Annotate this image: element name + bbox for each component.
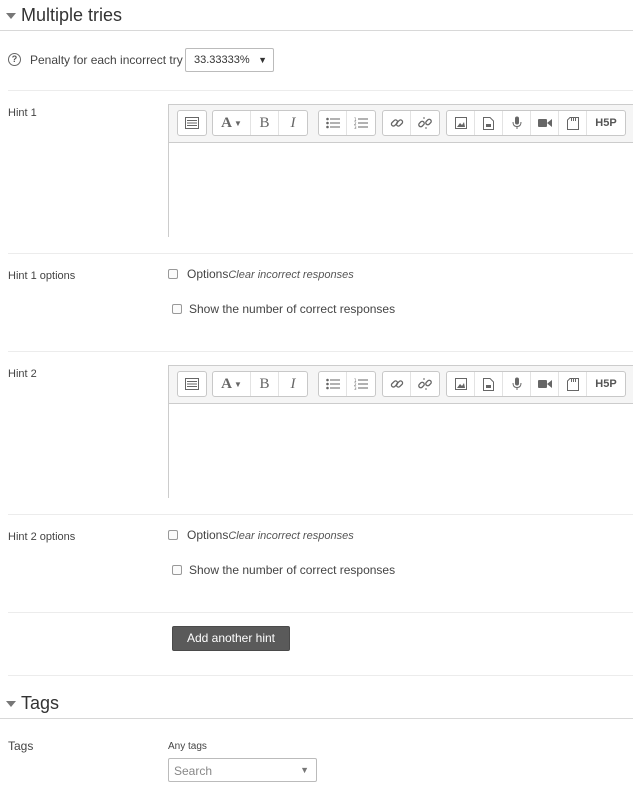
toolbar-group [177, 110, 207, 136]
record-video-icon[interactable] [531, 111, 559, 135]
tags-label: Tags [8, 739, 34, 753]
checkbox[interactable] [168, 530, 178, 540]
penalty-row: ? Penalty for each incorrect try 33.3333… [8, 48, 628, 72]
tags-header[interactable]: Tags [0, 689, 633, 719]
checkbox[interactable] [168, 269, 178, 279]
multiple-tries-header[interactable]: Multiple tries [0, 1, 633, 31]
section-title: Multiple tries [21, 5, 123, 25]
toolbar-group: A ▼ B I [212, 371, 308, 397]
divider [8, 253, 633, 254]
toggle-toolbar-icon[interactable] [178, 372, 206, 396]
toolbar-group: 123 [318, 110, 376, 136]
toolbar-group: A ▼ B I [212, 110, 308, 136]
hint-1-clear-incorrect-option[interactable]: OptionsClear incorrect responses [168, 267, 568, 283]
hint-1-editor: A ▼ B I 123 H5P [168, 104, 633, 237]
hint-2-show-correct-option[interactable]: Show the number of correct responses [168, 563, 568, 579]
record-audio-icon[interactable] [503, 372, 531, 396]
bold-icon[interactable]: B [251, 372, 279, 396]
dropdown-arrow-icon[interactable]: ▼ [300, 765, 309, 775]
hint-1-show-correct-option[interactable]: Show the number of correct responses [168, 302, 568, 318]
hint-1-label: Hint 1 [8, 107, 37, 119]
unlink-icon[interactable] [411, 372, 439, 396]
manage-files-icon[interactable] [559, 111, 587, 135]
h5p-icon[interactable]: H5P [587, 111, 625, 135]
collapse-caret-icon[interactable] [6, 13, 16, 19]
italic-icon[interactable]: I [279, 111, 307, 135]
record-video-icon[interactable] [531, 372, 559, 396]
unordered-list-icon[interactable] [319, 111, 347, 135]
divider [8, 514, 633, 515]
checkbox[interactable] [172, 565, 182, 575]
help-icon[interactable]: ? [8, 53, 21, 66]
dropdown-arrow-icon: ▼ [258, 55, 267, 65]
penalty-select[interactable]: 33.33333% ▼ [185, 48, 274, 72]
options-label: Options [187, 267, 229, 281]
italic-icon[interactable]: I [279, 372, 307, 396]
divider [8, 90, 633, 91]
toggle-toolbar-icon[interactable] [178, 111, 206, 135]
divider [8, 612, 633, 613]
toolbar-group [382, 371, 440, 397]
hint-1-options-label: Hint 1 options [8, 270, 76, 282]
toolbar-group [177, 371, 207, 397]
h5p-icon[interactable]: H5P [587, 372, 625, 396]
unordered-list-icon[interactable] [319, 372, 347, 396]
editor-toolbar: A ▼ B I 123 H5P [169, 366, 633, 404]
svg-text:3: 3 [354, 125, 357, 129]
hint-2-clear-incorrect-option[interactable]: OptionsClear incorrect responses [168, 528, 568, 544]
ordered-list-icon[interactable]: 123 [347, 372, 375, 396]
hint-1-text-area[interactable] [169, 144, 633, 237]
link-icon[interactable] [383, 372, 411, 396]
toolbar-group: 123 [318, 371, 376, 397]
bold-icon[interactable]: B [251, 111, 279, 135]
link-icon[interactable] [383, 111, 411, 135]
any-tags-label: Any tags [168, 741, 207, 752]
media-icon[interactable] [475, 111, 503, 135]
search-placeholder: Search [174, 764, 213, 778]
hint-2-editor: A ▼ B I 123 H5P [168, 365, 633, 498]
image-icon[interactable] [447, 111, 475, 135]
toolbar-group: H5P [446, 110, 626, 136]
section-title: Tags [21, 693, 60, 713]
toolbar-group [382, 110, 440, 136]
hint-2-label: Hint 2 [8, 368, 37, 380]
hint-2-options-label: Hint 2 options [8, 531, 76, 543]
clear-incorrect-label: Clear incorrect responses [228, 269, 354, 281]
unlink-icon[interactable] [411, 111, 439, 135]
tags-search-input[interactable]: Search ▼ [168, 758, 317, 782]
penalty-label: Penalty for each incorrect try [30, 53, 183, 67]
image-icon[interactable] [447, 372, 475, 396]
collapse-caret-icon[interactable] [6, 701, 16, 707]
clear-incorrect-label: Clear incorrect responses [228, 530, 354, 542]
editor-toolbar: A ▼ B I 123 H5P [169, 105, 633, 143]
media-icon[interactable] [475, 372, 503, 396]
font-style-icon[interactable]: A ▼ [213, 372, 251, 396]
divider [8, 675, 633, 676]
svg-text:3: 3 [354, 386, 357, 390]
add-another-hint-button[interactable]: Add another hint [172, 626, 290, 651]
options-label: Options [187, 528, 229, 542]
font-style-icon[interactable]: A ▼ [213, 111, 251, 135]
penalty-value: 33.33333% [194, 54, 250, 66]
manage-files-icon[interactable] [559, 372, 587, 396]
record-audio-icon[interactable] [503, 111, 531, 135]
toolbar-group: H5P [446, 371, 626, 397]
hint-2-text-area[interactable] [169, 405, 633, 498]
ordered-list-icon[interactable]: 123 [347, 111, 375, 135]
checkbox[interactable] [172, 304, 182, 314]
show-correct-label: Show the number of correct responses [189, 302, 396, 316]
divider [8, 351, 633, 352]
show-correct-label: Show the number of correct responses [189, 563, 396, 577]
